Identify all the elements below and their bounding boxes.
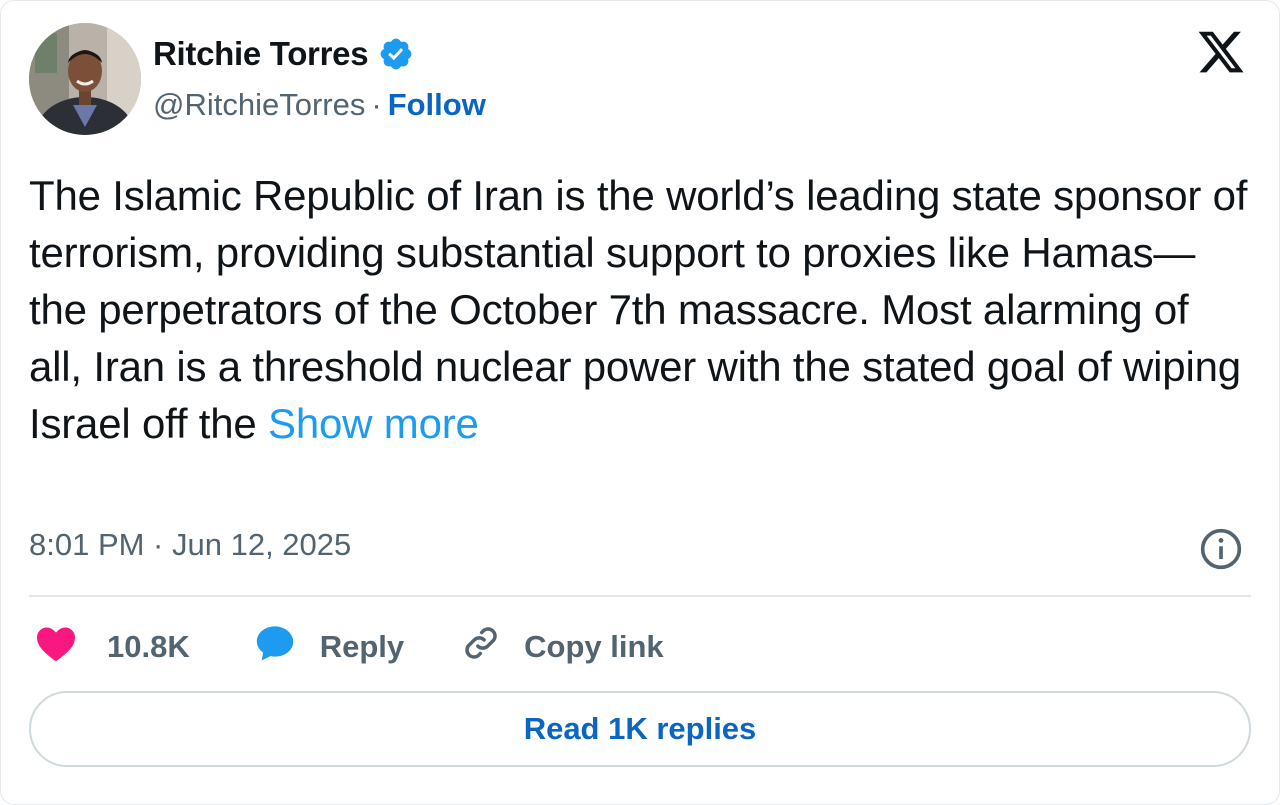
follow-button[interactable]: Follow bbox=[388, 87, 486, 122]
heart-icon bbox=[35, 624, 77, 670]
reply-button[interactable]: Reply bbox=[254, 622, 404, 672]
verified-badge-icon bbox=[378, 36, 414, 72]
tweet-card: Ritchie Torres @RitchieTorres · Follow The… bbox=[0, 0, 1280, 805]
link-icon bbox=[460, 622, 502, 672]
tweet-body: The Islamic Republic of Iran is the worl… bbox=[29, 172, 1248, 447]
author-name[interactable]: Ritchie Torres bbox=[153, 35, 369, 73]
tweet-timestamp[interactable]: 8:01 PM · Jun 12, 2025 bbox=[29, 527, 351, 563]
show-more-link[interactable]: Show more bbox=[268, 400, 479, 447]
tweet-text: The Islamic Republic of Iran is the worl… bbox=[29, 167, 1249, 452]
author-handle[interactable]: @RitchieTorres bbox=[153, 87, 365, 122]
separator-dot: · bbox=[371, 87, 382, 122]
divider bbox=[29, 595, 1251, 597]
read-replies-button[interactable]: Read 1K replies bbox=[29, 691, 1251, 767]
copy-link-label: Copy link bbox=[524, 629, 664, 664]
like-count: 10.8K bbox=[107, 629, 190, 664]
copy-link-button[interactable]: Copy link bbox=[460, 622, 664, 672]
handle-row: @RitchieTorres · Follow bbox=[153, 87, 486, 123]
read-replies-label: Read 1K replies bbox=[523, 711, 757, 746]
avatar[interactable] bbox=[29, 23, 141, 135]
like-button[interactable]: 10.8K bbox=[35, 624, 190, 670]
x-logo-icon[interactable] bbox=[1195, 27, 1247, 77]
info-icon[interactable] bbox=[1199, 527, 1243, 571]
reply-label: Reply bbox=[319, 629, 405, 664]
author-row: Ritchie Torres bbox=[153, 35, 414, 73]
speech-bubble-icon bbox=[254, 622, 296, 672]
action-bar: 10.8K Reply Copy link bbox=[35, 621, 664, 673]
